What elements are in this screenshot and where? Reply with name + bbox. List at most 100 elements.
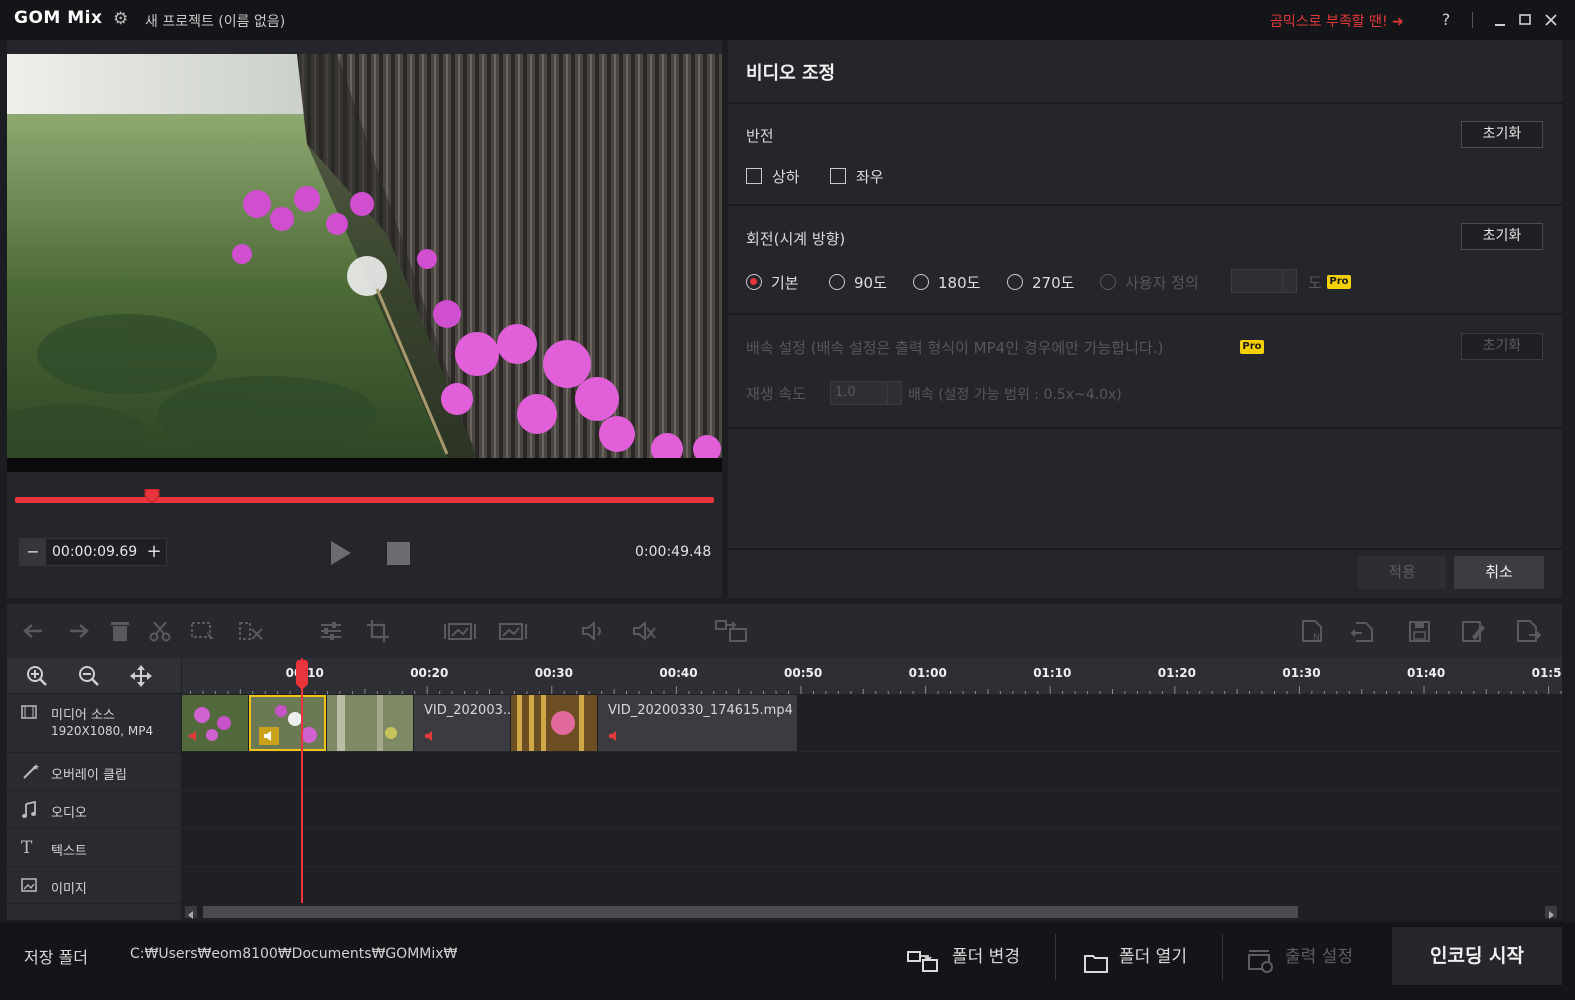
ruler-label: 01:00: [908, 666, 947, 680]
undo-icon[interactable]: [22, 619, 48, 643]
video-preview[interactable]: [7, 54, 722, 458]
track-audio[interactable]: 오디오: [7, 792, 181, 829]
track-media-source[interactable]: 미디어 소스 1920X1080, MP4: [7, 695, 181, 753]
rotate-section-title: 회전(시계 방향): [746, 230, 846, 248]
spinner-arrows[interactable]: [1282, 270, 1296, 292]
playhead-line[interactable]: [301, 658, 303, 903]
rotate-default-radio[interactable]: [746, 274, 762, 290]
pro-badge: Pro: [1240, 340, 1264, 354]
clip-2-selected[interactable]: [249, 695, 326, 751]
track-text[interactable]: T 텍스트: [7, 830, 181, 867]
flip-vertical-checkbox[interactable]: [746, 168, 762, 184]
clip-4[interactable]: VID_202003...: [414, 695, 510, 751]
spinner-arrows[interactable]: [887, 382, 901, 404]
track-label-image: 이미지: [51, 882, 87, 897]
swap-clip-icon[interactable]: [714, 619, 748, 643]
volume-icon[interactable]: [608, 727, 622, 741]
minimize-icon[interactable]: [1488, 8, 1512, 32]
degree-suffix: 도: [1308, 274, 1322, 292]
playback-speed-label: 재생 속도: [746, 385, 806, 403]
maximize-icon[interactable]: [1513, 8, 1537, 32]
clip-3[interactable]: [327, 695, 413, 751]
scroll-left-arrow[interactable]: [185, 906, 197, 919]
close-icon[interactable]: [1539, 8, 1563, 32]
scroll-right-arrow[interactable]: [1545, 906, 1557, 919]
open-project-icon[interactable]: [1350, 619, 1376, 643]
divider: [728, 427, 1562, 429]
delete-icon[interactable]: [107, 619, 133, 643]
image-insert-icon[interactable]: [443, 619, 477, 643]
image-replace-icon[interactable]: [498, 619, 532, 643]
mute-icon[interactable]: [631, 619, 657, 643]
crop-icon[interactable]: [366, 619, 392, 643]
volume-icon[interactable]: [188, 727, 202, 741]
divider: [728, 102, 1562, 104]
magic-wand-icon: [21, 763, 39, 781]
current-time[interactable]: 00:00:09.69: [52, 544, 137, 560]
fit-timeline-icon[interactable]: [130, 665, 152, 687]
scrollbar-thumb[interactable]: [203, 906, 1298, 918]
edit-toolbar: N: [7, 604, 1562, 658]
lane-audio: [182, 791, 1562, 829]
save-icon[interactable]: [1407, 619, 1433, 643]
clip-6[interactable]: VID_20200330_174615.mp4: [598, 695, 797, 751]
change-folder-button[interactable]: 폴더 변경: [906, 934, 1020, 980]
track-lanes: VID_202003... VID_20200330_174615.mp4: [182, 694, 1562, 920]
clip-1[interactable]: [182, 695, 248, 751]
seek-thumb[interactable]: [144, 488, 160, 504]
promo-link[interactable]: 곰믹스로 부족할 땐! ➜: [1270, 11, 1404, 31]
title-bar: GOM Mix ⚙ 새 프로젝트 (이름 없음) 곰믹스로 부족할 땐! ➜ ?: [0, 0, 1575, 40]
track-image[interactable]: 이미지: [7, 868, 181, 904]
media-info: 1920X1080, MP4: [51, 724, 154, 738]
playback-speed-input[interactable]: 1.0: [830, 381, 902, 405]
zoom-in-icon[interactable]: [26, 665, 48, 687]
ruler-label: 01:40: [1407, 666, 1446, 680]
horizontal-scrollbar[interactable]: [182, 903, 1562, 920]
split-clip-icon[interactable]: [238, 619, 264, 643]
cut-icon[interactable]: [147, 619, 173, 643]
gom-mix-window: GOM Mix ⚙ 새 프로젝트 (이름 없음) 곰믹스로 부족할 땐! ➜ ?: [0, 0, 1575, 1000]
flip-horizontal-checkbox[interactable]: [830, 168, 846, 184]
volume-icon[interactable]: [259, 727, 279, 745]
rotate-default-label: 기본: [771, 274, 799, 292]
cancel-button[interactable]: 취소: [1454, 556, 1544, 589]
time-decrement-button[interactable]: −: [20, 539, 46, 565]
select-range-icon[interactable]: [190, 619, 216, 643]
output-settings-button[interactable]: 출력 설정: [1247, 934, 1353, 980]
play-icon[interactable]: [330, 540, 352, 566]
apply-button[interactable]: 적용: [1358, 556, 1446, 589]
gear-icon[interactable]: ⚙: [113, 10, 131, 28]
playback-speed-value: 1.0: [835, 385, 856, 400]
rotate-270-radio[interactable]: [1007, 274, 1023, 290]
speed-reset-button[interactable]: 초기화: [1461, 333, 1543, 360]
flip-section-title: 반전: [746, 127, 774, 145]
rotate-90-radio[interactable]: [829, 274, 845, 290]
clip-5[interactable]: [511, 695, 597, 751]
zoom-out-icon[interactable]: [78, 665, 100, 687]
volume-icon[interactable]: [580, 619, 606, 643]
rotate-180-radio[interactable]: [913, 274, 929, 290]
help-button[interactable]: ?: [1434, 8, 1458, 32]
flip-vertical-label: 상하: [772, 168, 800, 186]
redo-icon[interactable]: [64, 619, 90, 643]
rotate-custom-radio[interactable]: [1100, 274, 1116, 290]
stop-icon[interactable]: [387, 542, 410, 565]
lane-media: VID_202003... VID_20200330_174615.mp4: [182, 694, 1562, 752]
open-folder-button[interactable]: 폴더 열기: [1083, 934, 1187, 980]
rotate-reset-button[interactable]: 초기화: [1461, 223, 1543, 250]
flip-reset-button[interactable]: 초기화: [1461, 121, 1543, 148]
track-label-audio: 오디오: [51, 806, 87, 821]
export-project-icon[interactable]: [1515, 619, 1542, 643]
track-overlay[interactable]: 오버레이 클립: [7, 754, 181, 791]
new-project-icon[interactable]: N: [1300, 619, 1326, 643]
time-increment-button[interactable]: +: [142, 539, 166, 565]
save-as-icon[interactable]: [1460, 619, 1486, 643]
seek-bar[interactable]: [15, 497, 714, 503]
rotate-degree-input[interactable]: [1231, 269, 1297, 293]
volume-icon[interactable]: [424, 727, 438, 741]
time-ruler[interactable]: 00:1000:2000:3000:4000:5001:0001:1001:20…: [182, 658, 1562, 694]
start-encoding-button[interactable]: 인코딩 시작: [1392, 927, 1562, 985]
adjust-icon[interactable]: [318, 619, 344, 643]
ruler-label: 01:50: [1531, 666, 1562, 680]
film-icon: [21, 705, 39, 723]
